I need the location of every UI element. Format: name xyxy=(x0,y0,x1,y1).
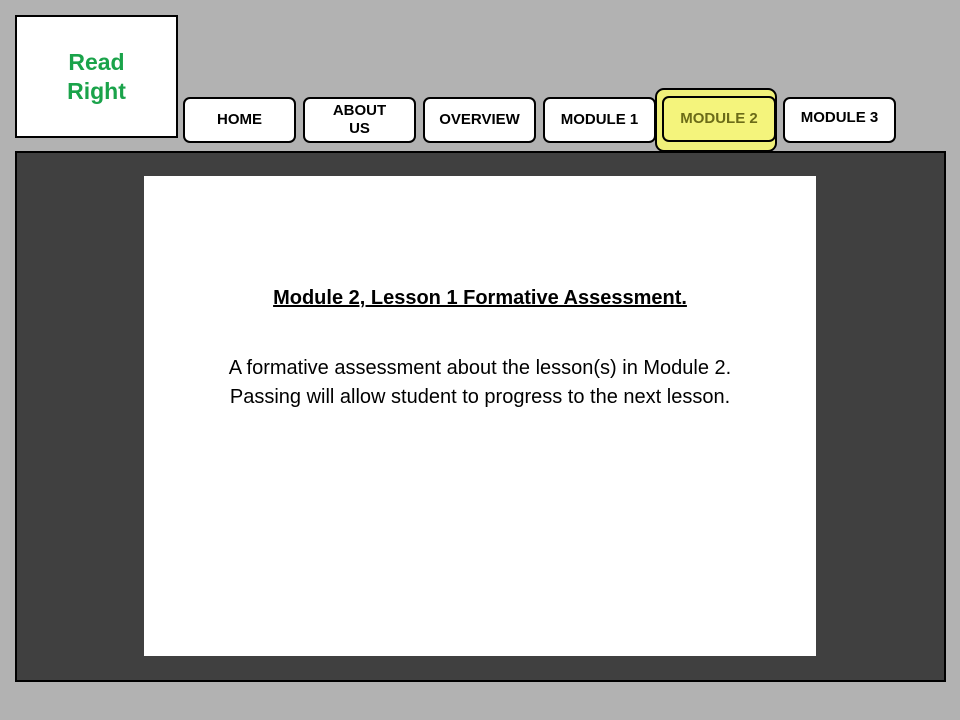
nav-module-1-label: MODULE 1 xyxy=(560,111,639,128)
nav-module-3-label: MODULE 3 xyxy=(800,109,879,126)
nav-module-2-label: MODULE 2 xyxy=(680,110,758,127)
lesson-title: Module 2, Lesson 1 Formative Assessment. xyxy=(273,287,687,309)
nav-overview-label: OVERVIEW xyxy=(439,111,520,128)
nav-home-label: HOME xyxy=(217,111,262,128)
lesson-description: A formative assessment about the lesson(… xyxy=(228,357,732,408)
logo-text: Read Right xyxy=(67,48,126,104)
nav-about-us-button[interactable]: ABOUT US xyxy=(303,97,416,143)
nav-about-us-label: ABOUT US xyxy=(332,102,387,137)
nav-module-2-button[interactable]: MODULE 2 xyxy=(662,96,776,142)
content-panel: Module 2, Lesson 1 Formative Assessment.… xyxy=(144,176,816,656)
nav-module-3-button[interactable]: MODULE 3 xyxy=(783,97,896,143)
nav-overview-button[interactable]: OVERVIEW xyxy=(423,97,536,143)
logo[interactable]: Read Right xyxy=(15,15,178,138)
nav-home-button[interactable]: HOME xyxy=(183,97,296,143)
nav-module-1-button[interactable]: MODULE 1 xyxy=(543,97,656,143)
